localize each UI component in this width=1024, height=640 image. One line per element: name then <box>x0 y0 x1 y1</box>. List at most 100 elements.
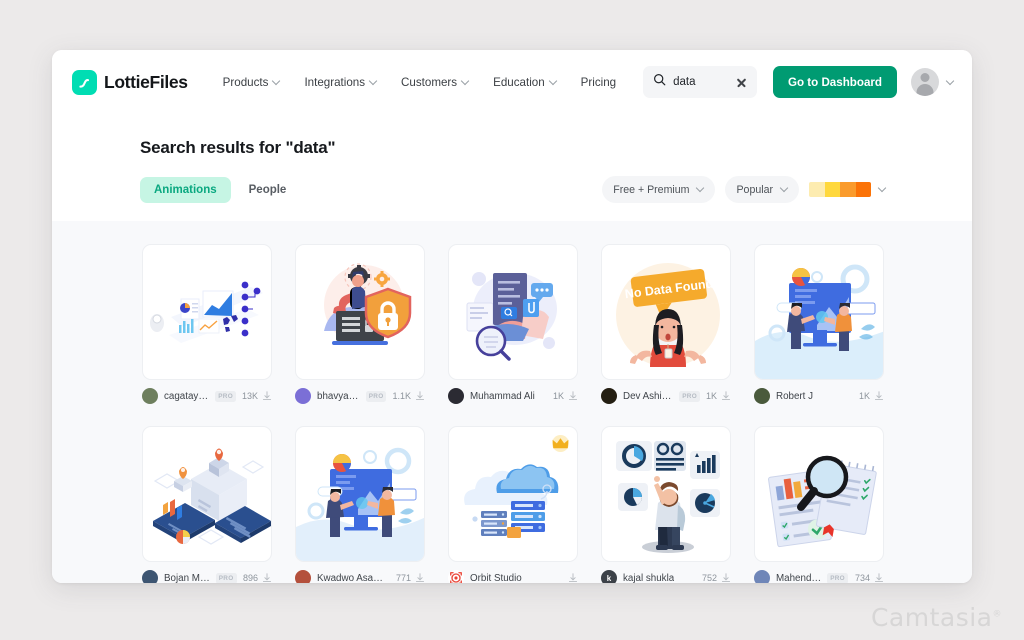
user-avatar-icon[interactable] <box>911 68 939 96</box>
brand-logo[interactable]: LottieFiles <box>72 69 188 95</box>
download-icon[interactable] <box>262 391 272 401</box>
nav-label: Education <box>493 75 545 89</box>
avatar[interactable] <box>295 388 311 404</box>
animation-thumbnail[interactable] <box>295 244 425 380</box>
animation-card[interactable]: No Data Found Dev Ashis… PRO 1K <box>601 244 731 404</box>
animation-thumbnail[interactable] <box>601 426 731 562</box>
author-name[interactable]: Muhammad Ali <box>470 391 535 402</box>
site-header: LottieFiles Products Integrations Custom… <box>52 50 972 114</box>
animation-thumbnail[interactable] <box>142 244 272 380</box>
animation-card[interactable]: cagatay … PRO 13K <box>142 244 272 404</box>
tab-people[interactable]: People <box>235 177 301 203</box>
download-count: 734 <box>854 573 870 583</box>
pro-badge: PRO <box>215 572 237 583</box>
filter-sort-dropdown[interactable]: Popular <box>725 176 799 203</box>
avatar[interactable] <box>601 388 617 404</box>
filter-price-dropdown[interactable]: Free + Premium <box>602 176 716 203</box>
animation-thumbnail[interactable] <box>448 244 578 380</box>
animation-card[interactable]: Muhammad Ali 1K <box>448 244 578 404</box>
download-icon[interactable] <box>721 573 731 583</box>
avatar[interactable] <box>448 388 464 404</box>
author-name[interactable]: Mahend… <box>776 573 821 584</box>
download-icon[interactable] <box>568 573 578 583</box>
animation-card[interactable]: k kajal shukla 752 <box>601 426 731 583</box>
author-name[interactable]: Kwadwo Asan… <box>317 573 385 584</box>
filters-row: Animations People Free + Premium Popular <box>140 176 952 221</box>
download-stat: 1K <box>706 391 731 401</box>
color-swatch <box>809 182 871 197</box>
animation-card[interactable]: Orbit Studio <box>448 426 578 583</box>
data-security-lock-illustration <box>324 263 412 345</box>
author-name[interactable]: Dev Ashis… <box>623 391 673 402</box>
download-icon[interactable] <box>262 573 272 583</box>
go-to-dashboard-button[interactable]: Go to Dashboard <box>772 66 897 98</box>
author-name[interactable]: kajal shukla <box>623 573 674 584</box>
download-icon[interactable] <box>568 391 578 401</box>
download-count: 13K <box>241 391 258 401</box>
animation-thumbnail[interactable] <box>142 426 272 562</box>
chevron-down-icon <box>879 185 886 192</box>
animation-card[interactable]: bhavya s… PRO 1.1K <box>295 244 425 404</box>
filter-label: Free + Premium <box>613 183 690 196</box>
lottie-logo-icon <box>72 69 97 95</box>
animation-thumbnail[interactable] <box>295 426 425 562</box>
download-stat: 1K <box>859 391 884 401</box>
animation-thumbnail[interactable] <box>754 426 884 562</box>
nav-item-education[interactable]: Education <box>482 70 568 95</box>
avatar[interactable] <box>142 570 158 583</box>
download-icon[interactable] <box>415 573 425 583</box>
account-menu[interactable] <box>911 68 954 96</box>
chevron-down-icon <box>550 78 557 85</box>
avatar[interactable] <box>142 388 158 404</box>
nav-item-customers[interactable]: Customers <box>390 70 480 95</box>
nav-label: Integrations <box>304 75 366 89</box>
browser-window: LottieFiles Products Integrations Custom… <box>52 50 972 583</box>
animation-thumbnail[interactable]: No Data Found <box>601 244 731 380</box>
pro-badge: PRO <box>679 390 700 402</box>
animation-card[interactable]: Kwadwo Asan… 771 <box>295 426 425 583</box>
avatar[interactable]: k <box>601 570 617 583</box>
results-grid-area: cagatay … PRO 13K bhavya s PRO 1.1K Muha… <box>52 221 972 583</box>
man-analyzing-charts-illustration <box>616 441 720 553</box>
download-stat: 1K <box>553 391 578 401</box>
document-search-illustration <box>466 272 557 361</box>
download-icon[interactable] <box>721 391 731 401</box>
author-name[interactable]: Robert J <box>776 391 813 402</box>
animation-thumbnail[interactable] <box>754 244 884 380</box>
card-meta: cagatay … PRO 13K <box>142 388 272 404</box>
team-dashboard-illustration <box>296 447 424 561</box>
animation-card[interactable]: Robert J 1K <box>754 244 884 404</box>
filter-color-dropdown[interactable] <box>809 182 886 197</box>
chevron-down-icon[interactable] <box>947 78 954 85</box>
data-dashboard-illustration <box>150 281 263 343</box>
chevron-down-icon <box>781 185 788 192</box>
tab-animations[interactable]: Animations <box>140 176 231 203</box>
nav-item-products[interactable]: Products <box>212 70 292 95</box>
download-stat: 1.1K <box>392 391 425 401</box>
author-name[interactable]: Bojan M… <box>164 573 210 584</box>
download-icon[interactable] <box>874 573 884 583</box>
author-name[interactable]: cagatay … <box>164 391 209 402</box>
avatar[interactable] <box>295 570 311 583</box>
animation-thumbnail[interactable] <box>448 426 578 562</box>
chevron-down-icon <box>697 185 704 192</box>
download-icon[interactable] <box>874 391 884 401</box>
search-input[interactable]: data <box>673 76 729 88</box>
close-icon[interactable] <box>736 77 747 88</box>
search-box[interactable]: data <box>643 66 757 98</box>
avatar[interactable] <box>448 570 464 583</box>
download-stat <box>564 573 578 583</box>
animation-card[interactable]: Mahend… PRO 734 <box>754 426 884 583</box>
download-icon[interactable] <box>415 391 425 401</box>
card-meta: Bojan M… PRO 896 <box>142 570 272 583</box>
card-meta: Robert J 1K <box>754 388 884 404</box>
animation-card[interactable]: Bojan M… PRO 896 <box>142 426 272 583</box>
author-name[interactable]: Orbit Studio <box>470 573 522 584</box>
author-name[interactable]: bhavya s… <box>317 391 360 402</box>
premium-crown-badge <box>552 435 569 452</box>
nav-item-integrations[interactable]: Integrations <box>293 70 388 95</box>
search-icon <box>653 73 666 91</box>
avatar[interactable] <box>754 388 770 404</box>
nav-item-pricing[interactable]: Pricing <box>570 70 627 95</box>
avatar[interactable] <box>754 570 770 583</box>
